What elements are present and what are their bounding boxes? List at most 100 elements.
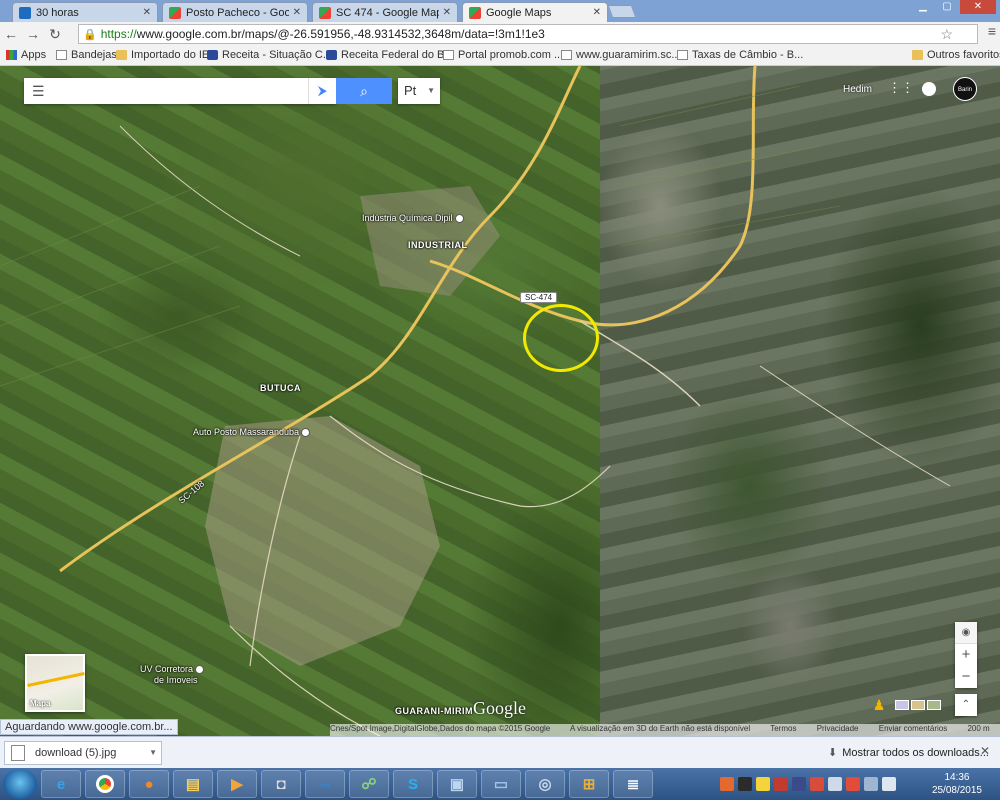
poi-name: Indústria Química Dipil xyxy=(362,213,453,223)
computer-icon[interactable]: ▭ xyxy=(481,770,521,798)
search-input[interactable] xyxy=(52,81,302,101)
chevron-down-icon[interactable]: ▼ xyxy=(149,748,157,757)
bookmark-outros-favoritos[interactable]: Outros favoritos xyxy=(912,49,1000,61)
privacy-link[interactable]: Privacidade xyxy=(817,724,859,733)
tray-app-icon[interactable] xyxy=(720,777,734,791)
local-road xyxy=(759,365,951,487)
tab-google-maps[interactable]: Google Maps ✕ xyxy=(462,2,608,22)
new-tab-button[interactable] xyxy=(607,5,637,18)
label-uv-corretora-2: de Imoveis xyxy=(154,675,198,685)
tray-app-icon[interactable] xyxy=(738,777,752,791)
bookmark-portal-promob[interactable]: Portal promob.com ... xyxy=(443,49,563,61)
imagery-thumb[interactable] xyxy=(911,700,925,710)
satellite-map[interactable]: Indústria Química Dipil INDUSTRIAL SC-47… xyxy=(0,66,1000,736)
window-close-icon[interactable]: ✕ xyxy=(960,0,996,14)
address-bar[interactable]: 🔒 https:// www.google.com.br/maps/@-26.5… xyxy=(78,24,978,44)
chrome-menu-icon[interactable]: ≡ xyxy=(988,23,996,39)
window-icon[interactable]: ▣ xyxy=(437,770,477,798)
map-type-toggle[interactable]: Mapa xyxy=(25,654,85,712)
tray-app-icon[interactable] xyxy=(774,777,788,791)
page-icon xyxy=(677,50,688,60)
bookmark-taxas-cambio[interactable]: Taxas de Câmbio - B... xyxy=(677,49,803,61)
imagery-thumb[interactable] xyxy=(895,700,909,710)
page-icon xyxy=(443,50,454,60)
bookmark-bandejas[interactable]: Bandejas xyxy=(56,49,117,61)
tilt-icon[interactable]: ⌃ xyxy=(955,694,977,716)
bookmark-importado[interactable]: Importado do IE xyxy=(116,49,209,61)
teamviewer-icon[interactable]: ⇔ xyxy=(305,770,345,798)
bookmark-label: Apps xyxy=(21,49,47,61)
forward-icon[interactable]: → xyxy=(22,26,44,42)
volume-icon[interactable] xyxy=(882,777,896,791)
compass-icon[interactable]: ◉ xyxy=(955,622,977,644)
maximize-icon[interactable]: ▢ xyxy=(936,0,958,14)
skype-icon[interactable]: S xyxy=(393,770,433,798)
ie-icon[interactable]: e xyxy=(41,770,81,798)
pegman-icon[interactable]: ♟ xyxy=(872,697,886,717)
disc-icon[interactable]: ◎ xyxy=(525,770,565,798)
search-icon: ⌕ xyxy=(360,83,368,99)
terms-link[interactable]: Termos xyxy=(770,724,796,733)
tray-app-icon[interactable] xyxy=(810,777,824,791)
switch-icon[interactable]: ⊞ xyxy=(569,770,609,798)
back-icon[interactable]: ← xyxy=(0,26,22,42)
imagery-thumb[interactable] xyxy=(927,700,941,710)
close-icon[interactable]: ✕ xyxy=(980,744,990,758)
bookmark-label: www.guaramirim.sc... xyxy=(576,49,681,61)
menu-icon[interactable]: ☰ xyxy=(32,83,45,100)
reload-icon[interactable]: ↻ xyxy=(44,26,66,43)
tray-app-icon[interactable] xyxy=(828,777,842,791)
url-scheme: https:// xyxy=(100,27,137,41)
window-controls: ▁ ▢ ✕ xyxy=(912,0,996,14)
explorer-icon[interactable]: ▤ xyxy=(173,770,213,798)
feedback-link[interactable]: Enviar comentários xyxy=(879,724,947,733)
language-select[interactable]: Pt ▼ xyxy=(398,78,440,104)
zoom-out-button[interactable]: − xyxy=(955,666,977,688)
tray-app-icon[interactable] xyxy=(756,777,770,791)
language-value: Pt xyxy=(404,83,417,98)
avatar[interactable]: Barin xyxy=(953,77,977,101)
tray-app-icon[interactable] xyxy=(846,777,860,791)
close-icon[interactable]: ✕ xyxy=(593,7,601,18)
download-item[interactable]: download (5).jpg ▼ xyxy=(4,741,162,765)
tab-30-horas[interactable]: 30 horas ✕ xyxy=(12,2,158,22)
account-name[interactable]: Hedim xyxy=(843,84,872,95)
label-auto-posto[interactable]: Auto Posto Massaranduba xyxy=(193,427,311,438)
scale-label: 200 m xyxy=(967,724,990,733)
bookmark-guaramirim[interactable]: www.guaramirim.sc... xyxy=(561,49,681,61)
scale-bar[interactable]: 200 m xyxy=(967,724,1000,733)
apps-grid-icon[interactable]: ⋮⋮ xyxy=(888,81,914,95)
bookmark-apps[interactable]: Apps xyxy=(6,49,46,61)
tray-app-icon[interactable] xyxy=(792,777,806,791)
directions-icon[interactable]: ⮞ xyxy=(308,78,336,104)
map-roads xyxy=(0,66,951,736)
search-button[interactable]: ⌕ xyxy=(336,78,392,104)
firefox-icon[interactable]: ● xyxy=(129,770,169,798)
zoom-in-button[interactable]: + xyxy=(955,644,977,666)
system-clock[interactable]: 14:36 25/08/2015 xyxy=(932,771,982,797)
media-player-icon[interactable]: ▶ xyxy=(217,770,257,798)
network-tray-icon[interactable] xyxy=(864,777,878,791)
chrome-icon[interactable] xyxy=(85,770,125,798)
show-all-downloads[interactable]: ⬇ Mostrar todos os downloads... xyxy=(828,746,989,760)
close-icon[interactable]: ✕ xyxy=(293,7,301,18)
notepad-icon[interactable]: ≣ xyxy=(613,770,653,798)
label-uv-corretora[interactable]: UV Corretora xyxy=(140,664,205,675)
bookmark-star-icon[interactable]: ☆ xyxy=(940,26,953,43)
minimize-icon[interactable]: ▁ xyxy=(912,0,934,14)
bookmark-receita-federal[interactable]: Receita Federal do B... xyxy=(326,49,454,61)
tab-posto-pacheco[interactable]: Posto Pacheco - Google M ✕ xyxy=(162,2,308,22)
close-icon[interactable]: ✕ xyxy=(143,7,151,18)
notifications-icon[interactable] xyxy=(922,82,936,96)
close-icon[interactable]: ✕ xyxy=(443,7,451,18)
download-icon: ⬇ xyxy=(828,747,838,759)
start-button[interactable] xyxy=(3,769,37,799)
local-road xyxy=(119,125,301,257)
system-tray: 14:36 25/08/2015 xyxy=(720,768,1000,800)
page-icon xyxy=(561,50,572,60)
network-icon[interactable]: ☍ xyxy=(349,770,389,798)
tab-sc474[interactable]: SC 474 - Google Maps ✕ xyxy=(312,2,458,22)
label-industria-dipil[interactable]: Indústria Química Dipil xyxy=(362,213,464,224)
camera-icon[interactable]: ◘ xyxy=(261,770,301,798)
bookmark-receita-situacao[interactable]: Receita - Situação C... xyxy=(207,49,332,61)
